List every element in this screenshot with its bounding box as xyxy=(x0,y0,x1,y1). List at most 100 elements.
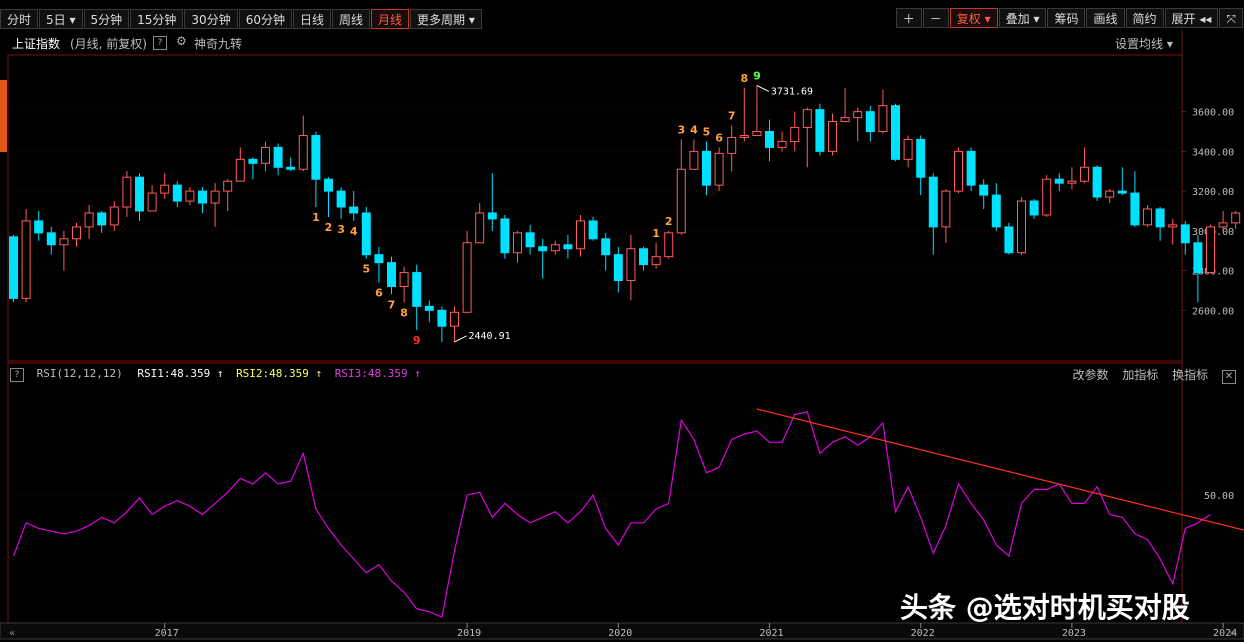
candle-body-74 xyxy=(941,190,951,228)
candle-body-81 xyxy=(1029,200,1039,216)
candle-body-82 xyxy=(1042,178,1052,216)
annotation-label-0: 3731.69 xyxy=(771,86,813,97)
candle-body-14 xyxy=(185,190,195,202)
candle-body-40 xyxy=(513,232,522,254)
candle-body-31 xyxy=(399,272,409,287)
nine-turn-mark-9: 1 xyxy=(652,227,660,240)
nine-turn-mark-12: 4 xyxy=(690,123,698,136)
candle-body-42 xyxy=(538,246,548,252)
candle-body-60 xyxy=(765,131,774,148)
candle-body-2 xyxy=(34,220,44,234)
price-tick-label-0: 2600.00 xyxy=(1192,306,1234,317)
rsi3-value: RSI3:48.359 ↑ xyxy=(334,367,421,380)
candle-body-62 xyxy=(790,127,800,142)
candle-body-27 xyxy=(349,206,359,214)
candle-body-75 xyxy=(954,150,963,192)
candle-body-57 xyxy=(727,136,737,154)
candle-body-64 xyxy=(815,109,825,152)
annotation-arrow-1 xyxy=(454,335,467,343)
rsi1-value: RSI1:48.359 ↑ xyxy=(137,367,224,380)
candle-body-84 xyxy=(1067,180,1077,184)
candle-body-85 xyxy=(1080,166,1089,182)
candle-body-29 xyxy=(374,254,384,264)
candle-body-65 xyxy=(828,121,837,152)
scroll-right-icon[interactable]: » xyxy=(1229,628,1235,639)
candle-body-71 xyxy=(903,138,913,160)
candle-body-9 xyxy=(122,176,132,208)
candle-body-95 xyxy=(1206,226,1215,274)
candle-body-41 xyxy=(525,232,535,248)
rsi2-value: RSI2:48.359 ↑ xyxy=(236,367,323,380)
candle-body-49 xyxy=(626,248,636,282)
nine-turn-mark-13: 5 xyxy=(703,125,711,138)
candle-body-10 xyxy=(135,176,144,212)
candle-body-58 xyxy=(739,134,749,138)
candle-body-18 xyxy=(235,158,245,182)
candle-body-55 xyxy=(702,150,711,186)
candle-body-69 xyxy=(878,105,888,133)
candle-body-35 xyxy=(450,311,459,327)
candle-body-15 xyxy=(198,190,207,204)
candle-body-38 xyxy=(487,212,497,220)
close-icon[interactable]: ✕ xyxy=(1222,370,1236,384)
nine-turn-mark-2: 3 xyxy=(337,223,345,236)
nine-turn-mark-15: 7 xyxy=(728,110,736,123)
candle-body-78 xyxy=(991,194,1001,228)
candle-body-7 xyxy=(97,212,107,226)
candle-body-34 xyxy=(437,309,447,327)
candle-body-59 xyxy=(752,131,762,136)
candle-body-63 xyxy=(802,109,812,129)
candle-body-5 xyxy=(72,226,81,240)
year-label-4: 2022 xyxy=(911,628,935,639)
nine-turn-mark-11: 3 xyxy=(677,123,685,136)
price-tick-label-4: 3400.00 xyxy=(1192,147,1234,158)
candle-body-76 xyxy=(966,150,976,186)
price-tick-label-5: 3600.00 xyxy=(1192,108,1234,119)
candle-body-97 xyxy=(1231,212,1241,224)
change-params-button[interactable]: 改参数 xyxy=(1072,368,1108,382)
candle-body-17 xyxy=(223,180,233,192)
candle-body-16 xyxy=(210,190,220,204)
scroll-left-icon[interactable]: « xyxy=(9,628,15,639)
add-indicator-button[interactable]: 加指标 xyxy=(1122,368,1158,382)
watermark: 头条 @选对时机买对股 xyxy=(900,591,1190,624)
candle-body-0 xyxy=(9,236,18,299)
candle-body-25 xyxy=(324,178,333,192)
candle-body-44 xyxy=(563,244,573,250)
year-label-3: 2021 xyxy=(759,628,783,639)
candle-body-1 xyxy=(21,220,31,299)
nine-turn-mark-0: 1 xyxy=(312,211,320,224)
candle-body-22 xyxy=(286,166,296,170)
candle-body-12 xyxy=(160,184,170,194)
candle-body-70 xyxy=(891,105,900,160)
candle-body-36 xyxy=(462,242,472,313)
candle-body-87 xyxy=(1105,190,1115,198)
nine-turn-mark-14: 6 xyxy=(715,131,723,144)
rsi-trend-line xyxy=(756,408,1244,531)
candle-body-72 xyxy=(916,138,926,178)
nine-turn-mark-7: 8 xyxy=(400,306,408,319)
price-tick-label-3: 3200.00 xyxy=(1192,187,1234,198)
candle-body-30 xyxy=(387,262,396,287)
candle-body-48 xyxy=(613,254,623,282)
switch-indicator-button[interactable]: 换指标 xyxy=(1172,368,1208,382)
candle-body-61 xyxy=(777,140,787,148)
candle-body-23 xyxy=(298,134,308,170)
candle-body-45 xyxy=(576,220,585,250)
candle-body-20 xyxy=(261,146,270,164)
rsi-panel-frame xyxy=(7,362,1183,624)
candle-body-26 xyxy=(336,190,346,208)
candle-body-33 xyxy=(424,305,434,311)
candle-body-8 xyxy=(109,206,119,226)
rsi-actions: 改参数 加指标 换指标 ✕ xyxy=(1062,366,1236,384)
candle-body-94 xyxy=(1193,242,1203,274)
candle-body-11 xyxy=(147,192,157,212)
nine-turn-mark-4: 5 xyxy=(362,263,370,276)
nine-turn-mark-3: 4 xyxy=(350,225,358,238)
candle-body-89 xyxy=(1130,192,1140,226)
nine-turn-mark-1: 2 xyxy=(325,221,333,234)
nine-turn-mark-5: 6 xyxy=(375,287,383,300)
rsi-help-icon[interactable]: ? xyxy=(10,368,24,382)
candle-body-50 xyxy=(639,248,648,266)
candle-body-86 xyxy=(1092,166,1102,198)
